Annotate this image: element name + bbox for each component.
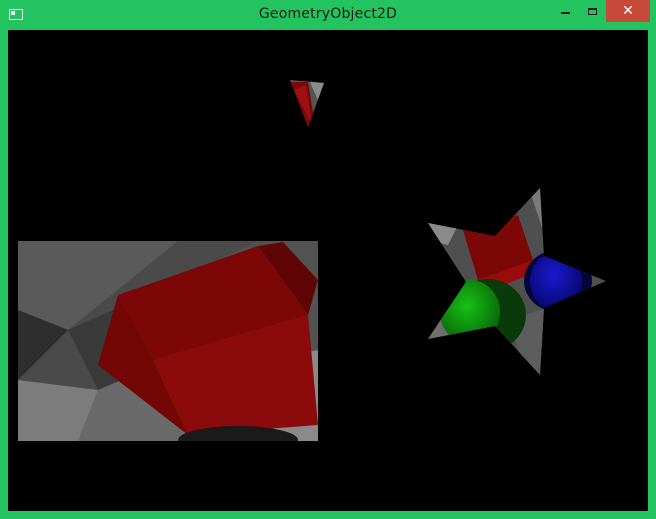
maximize-button[interactable] (579, 0, 605, 22)
render-viewport[interactable] (8, 30, 648, 511)
minimize-button[interactable] (552, 0, 578, 22)
rectangle-shape (18, 241, 318, 441)
close-icon: ✕ (622, 3, 634, 19)
triangle-shape (290, 80, 324, 127)
application-window: GeometryObject2D ✕ (0, 0, 656, 519)
close-button[interactable]: ✕ (606, 0, 650, 22)
scene-canvas (18, 80, 606, 441)
star-shape (428, 188, 606, 375)
title-bar[interactable]: GeometryObject2D ✕ (0, 0, 656, 30)
maximize-icon (587, 7, 597, 15)
minimize-icon (560, 12, 570, 14)
